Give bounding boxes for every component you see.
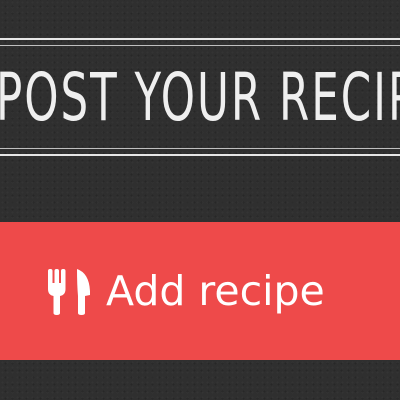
post-your-recipe-banner: POST YOUR RECIPE bbox=[0, 38, 400, 156]
add-recipe-label: Add recipe bbox=[106, 266, 325, 315]
add-recipe-button-content: Add recipe bbox=[44, 222, 325, 360]
banner-title: POST YOUR RECIPE bbox=[0, 59, 400, 136]
utensils-icon bbox=[48, 269, 90, 315]
add-recipe-button[interactable]: Add recipe bbox=[0, 222, 400, 360]
